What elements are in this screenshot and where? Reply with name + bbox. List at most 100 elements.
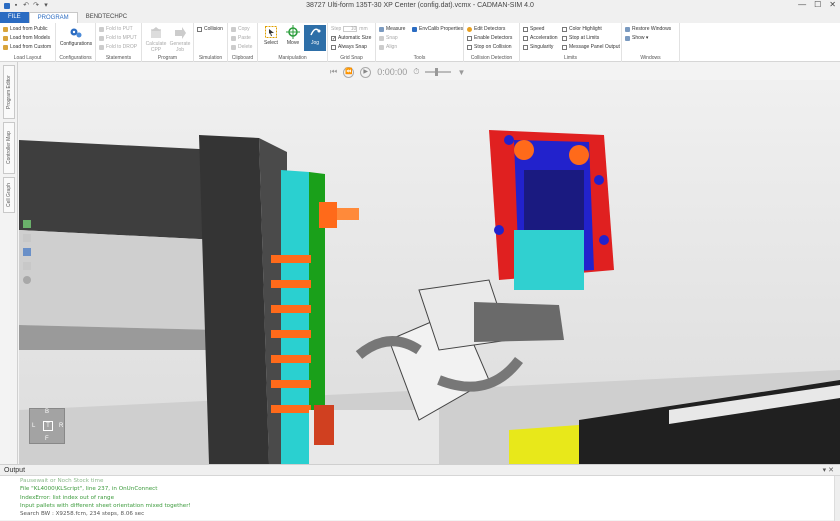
- tab-cell-graph[interactable]: Cell Graph: [3, 177, 15, 213]
- paste-button[interactable]: Paste: [231, 35, 251, 41]
- stopwatch-icon[interactable]: ⏱: [413, 67, 419, 77]
- redo-icon[interactable]: ↷: [32, 2, 40, 10]
- navcube-front[interactable]: F: [45, 436, 49, 442]
- navcube-right[interactable]: R: [59, 423, 63, 429]
- output-panel-controls[interactable]: ▾ ✕: [823, 466, 834, 474]
- grid-step-field[interactable]: Step 10 mm: [331, 26, 368, 32]
- folder-icon: [3, 26, 8, 32]
- align-button[interactable]: Align: [379, 44, 397, 50]
- acceleration-checkbox[interactable]: Acceleration: [523, 35, 558, 41]
- speed-slider[interactable]: [425, 68, 452, 76]
- fit-view-icon[interactable]: [23, 220, 31, 228]
- navigation-cube[interactable]: B L T R F: [29, 408, 65, 444]
- step-back-button[interactable]: ⏪: [343, 66, 355, 78]
- grid-step-input[interactable]: 10: [343, 26, 358, 32]
- save-icon[interactable]: ▪: [12, 2, 20, 10]
- restore-windows-button[interactable]: Restore Windows: [625, 26, 671, 32]
- measure-button[interactable]: Measure: [379, 26, 405, 32]
- select-icon: [264, 25, 278, 39]
- group-label: Windows: [640, 55, 661, 61]
- tab-file[interactable]: FILE: [0, 12, 29, 23]
- folder-icon: [3, 35, 8, 41]
- group-program: Calculate CPP Generate Job Program: [142, 23, 194, 62]
- move-button[interactable]: Move: [282, 25, 304, 46]
- camera-icon[interactable]: [23, 276, 31, 284]
- fixture-arm: [337, 208, 359, 220]
- tab-controller-map[interactable]: Controller Map: [3, 122, 15, 174]
- jog-button[interactable]: Jog: [304, 25, 326, 51]
- generate-job-button[interactable]: Generate Job: [168, 26, 192, 53]
- envcalib-properties-button[interactable]: EnvCalib Properties: [412, 26, 463, 32]
- checkbox-icon: [523, 44, 528, 50]
- speed-checkbox[interactable]: Speed: [523, 26, 544, 32]
- always-snap-checkbox[interactable]: Always Snap: [331, 44, 367, 50]
- scene-canvas[interactable]: [19, 80, 840, 464]
- fold-to-put-button[interactable]: Fold to PUT: [99, 26, 133, 32]
- collision-checkbox[interactable]: Collision: [197, 26, 223, 32]
- delete-icon: [231, 44, 236, 50]
- singularity-checkbox[interactable]: Singularity: [523, 44, 553, 50]
- load-from-public-button[interactable]: Load from Public: [3, 26, 48, 32]
- load-from-custom-button[interactable]: Load from Custom: [3, 44, 51, 50]
- delete-button[interactable]: Delete: [231, 44, 252, 50]
- message-panel-output-checkbox[interactable]: Message Panel Output: [562, 44, 620, 50]
- tab-bendtechpc[interactable]: BENDTECHPC: [78, 12, 135, 23]
- ruler-icon: [379, 26, 384, 32]
- checkbox-icon: [562, 26, 567, 32]
- output-scrollbar[interactable]: [834, 476, 840, 521]
- group-configurations: Configurations Configurations: [56, 23, 96, 62]
- tab-program-editor[interactable]: Program Editor: [3, 65, 15, 119]
- edit-detectors-button[interactable]: Edit Detectors: [467, 26, 505, 32]
- jog-icon: [308, 25, 322, 39]
- group-label: Grid Snap: [340, 55, 363, 61]
- copy-button[interactable]: Copy: [231, 26, 250, 32]
- ribbon-tabs: FILE PROGRAM BENDTECHPC: [0, 12, 840, 23]
- group-grid-snap: Step 10 mm ✓ Automatic Size Always Snap G…: [328, 23, 376, 62]
- grid-icon[interactable]: [23, 262, 31, 270]
- load-from-models-button[interactable]: Load from Models: [3, 35, 50, 41]
- close-button[interactable]: ✕: [829, 0, 836, 9]
- navcube-top[interactable]: T: [43, 421, 53, 431]
- maximize-button[interactable]: ☐: [814, 0, 821, 9]
- simulation-time: 0:00:00: [377, 67, 408, 77]
- group-limits: Speed Acceleration Singularity Color Hig…: [520, 23, 622, 62]
- title-bar: ▪ ↶ ↷ ▾ 38727 Ulti-form 135T-30 XP Cente…: [0, 0, 840, 12]
- stop-on-collision-checkbox[interactable]: Stop on Collision: [467, 44, 512, 50]
- robot-forearm: [474, 302, 564, 342]
- 3d-viewport[interactable]: B L T R F: [19, 80, 840, 464]
- ribbon: Load from Public Load from Models Load f…: [0, 23, 840, 62]
- navcube-back[interactable]: B: [45, 409, 49, 415]
- play-button[interactable]: ▶: [360, 66, 372, 78]
- navcube-left[interactable]: L: [32, 423, 35, 429]
- snap-button[interactable]: Snap: [379, 35, 398, 41]
- stop-at-limits-checkbox[interactable]: Stop at Limits: [562, 35, 599, 41]
- app-icon[interactable]: [4, 3, 10, 9]
- group-label: Manipulation: [278, 55, 307, 61]
- undo-icon[interactable]: ↶: [22, 2, 30, 10]
- fold-to-drop-button[interactable]: Fold to DROP: [99, 44, 137, 50]
- ruler-icon[interactable]: [23, 234, 31, 242]
- reset-icon[interactable]: ⏮: [330, 67, 337, 77]
- filter-icon[interactable]: ▼: [457, 68, 465, 77]
- color-highlight-checkbox[interactable]: Color Highlight: [562, 26, 602, 32]
- show-dropdown[interactable]: Show ▾: [625, 35, 648, 41]
- group-label: Program: [157, 55, 178, 61]
- automatic-size-checkbox[interactable]: ✓ Automatic Size: [331, 35, 371, 41]
- snap-icon: [379, 35, 384, 41]
- dropdown-icon[interactable]: ▾: [42, 2, 50, 10]
- fold-to-mput-button[interactable]: Fold to MPUT: [99, 35, 137, 41]
- group-manipulation: Select Move Jog Manipulation: [258, 23, 328, 62]
- tab-program[interactable]: PROGRAM: [28, 12, 78, 23]
- minimize-button[interactable]: —: [798, 0, 806, 9]
- configurations-button[interactable]: Configurations: [59, 26, 93, 47]
- press-column: [199, 135, 269, 464]
- render-mode-icon[interactable]: [23, 248, 31, 256]
- log-line: Input pallets with different sheet orien…: [20, 502, 191, 509]
- calculate-cpp-button[interactable]: Calculate CPP: [144, 26, 168, 53]
- enable-detectors-checkbox[interactable]: Enable Detectors: [467, 35, 512, 41]
- group-windows: Restore Windows Show ▾ Windows: [622, 23, 680, 62]
- detector-icon: [467, 26, 472, 32]
- left-side-panel: Program Editor Controller Map Cell Graph: [0, 62, 18, 464]
- show-icon: [625, 35, 630, 41]
- select-button[interactable]: Select: [260, 25, 282, 46]
